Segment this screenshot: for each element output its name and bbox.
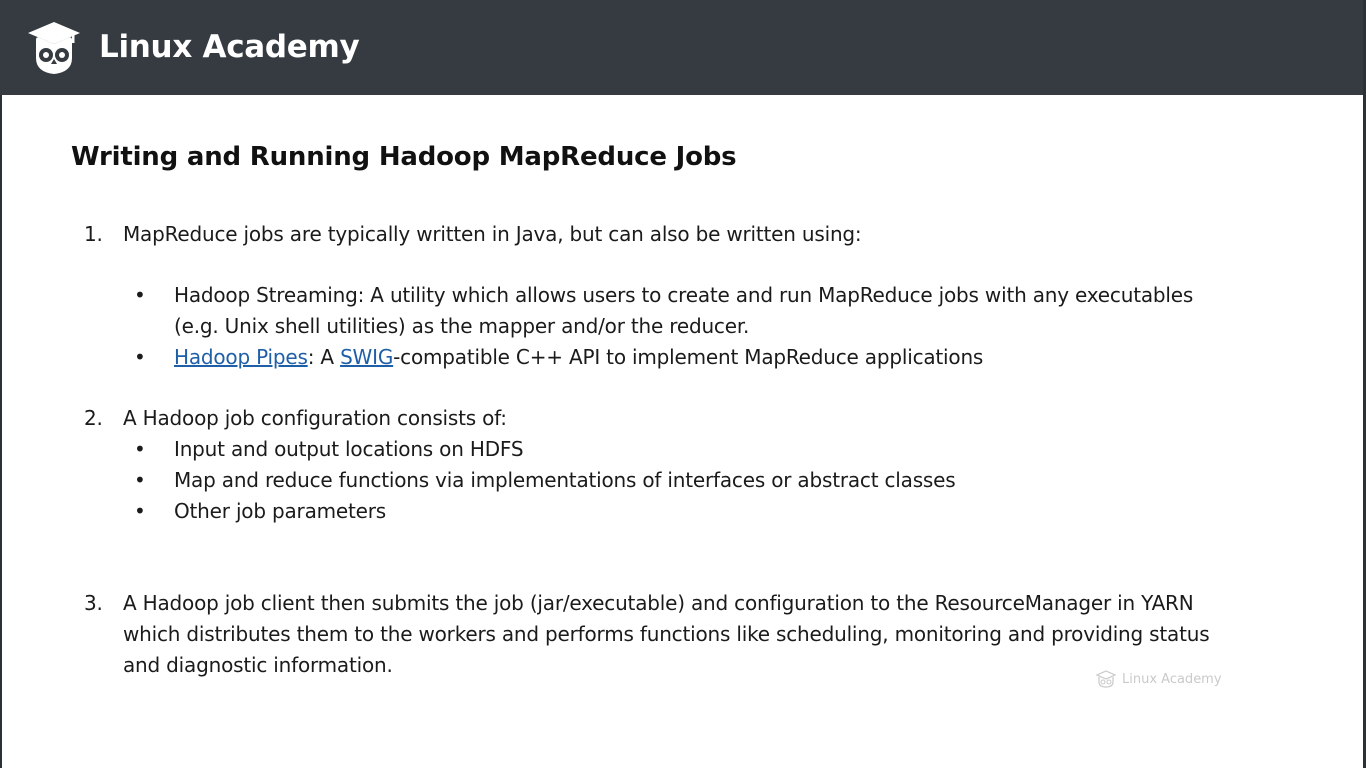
bullet-item-pipes: Hadoop Pipes: A SWIG-compatible C++ API … — [174, 342, 1234, 373]
list-number: 3. — [84, 591, 103, 615]
bullet-item: Other job parameters — [174, 499, 386, 523]
owl-graduation-cap-icon — [28, 22, 80, 74]
slide-title: Writing and Running Hadoop MapReduce Job… — [71, 142, 737, 172]
watermark-text: Linux Academy — [1122, 671, 1222, 687]
bullet-marker: • — [134, 437, 146, 461]
bullet-item: Hadoop Streaming: A utility which allows… — [174, 283, 1194, 338]
swig-link[interactable]: SWIG — [340, 345, 393, 369]
left-frame-border — [0, 95, 2, 768]
bullet-item: Input and output locations on HDFS — [174, 437, 524, 461]
list-number: 1. — [84, 222, 103, 246]
bullet-marker: • — [134, 345, 146, 369]
bullet-item: Map and reduce functions via implementat… — [174, 468, 956, 492]
list-item-text: MapReduce jobs are typically written in … — [123, 222, 862, 246]
bullet-marker: • — [134, 283, 146, 307]
owl-icon — [1096, 670, 1116, 688]
hadoop-pipes-link[interactable]: Hadoop Pipes — [174, 345, 308, 369]
bullet-text-sep: : A — [307, 345, 341, 369]
brand-name: Linux Academy — [99, 29, 360, 65]
watermark: Linux Academy — [1096, 668, 1222, 690]
list-number: 2. — [84, 406, 103, 430]
list-item-text: A Hadoop job configuration consists of: — [123, 406, 507, 430]
list-item-text: A Hadoop job client then submits the job… — [123, 591, 1210, 677]
bullet-marker: • — [134, 499, 146, 523]
top-header-bar: Linux Academy — [0, 0, 1366, 95]
bullet-text-rest: -compatible C++ API to implement MapRedu… — [393, 345, 984, 369]
bullet-marker: • — [134, 468, 146, 492]
